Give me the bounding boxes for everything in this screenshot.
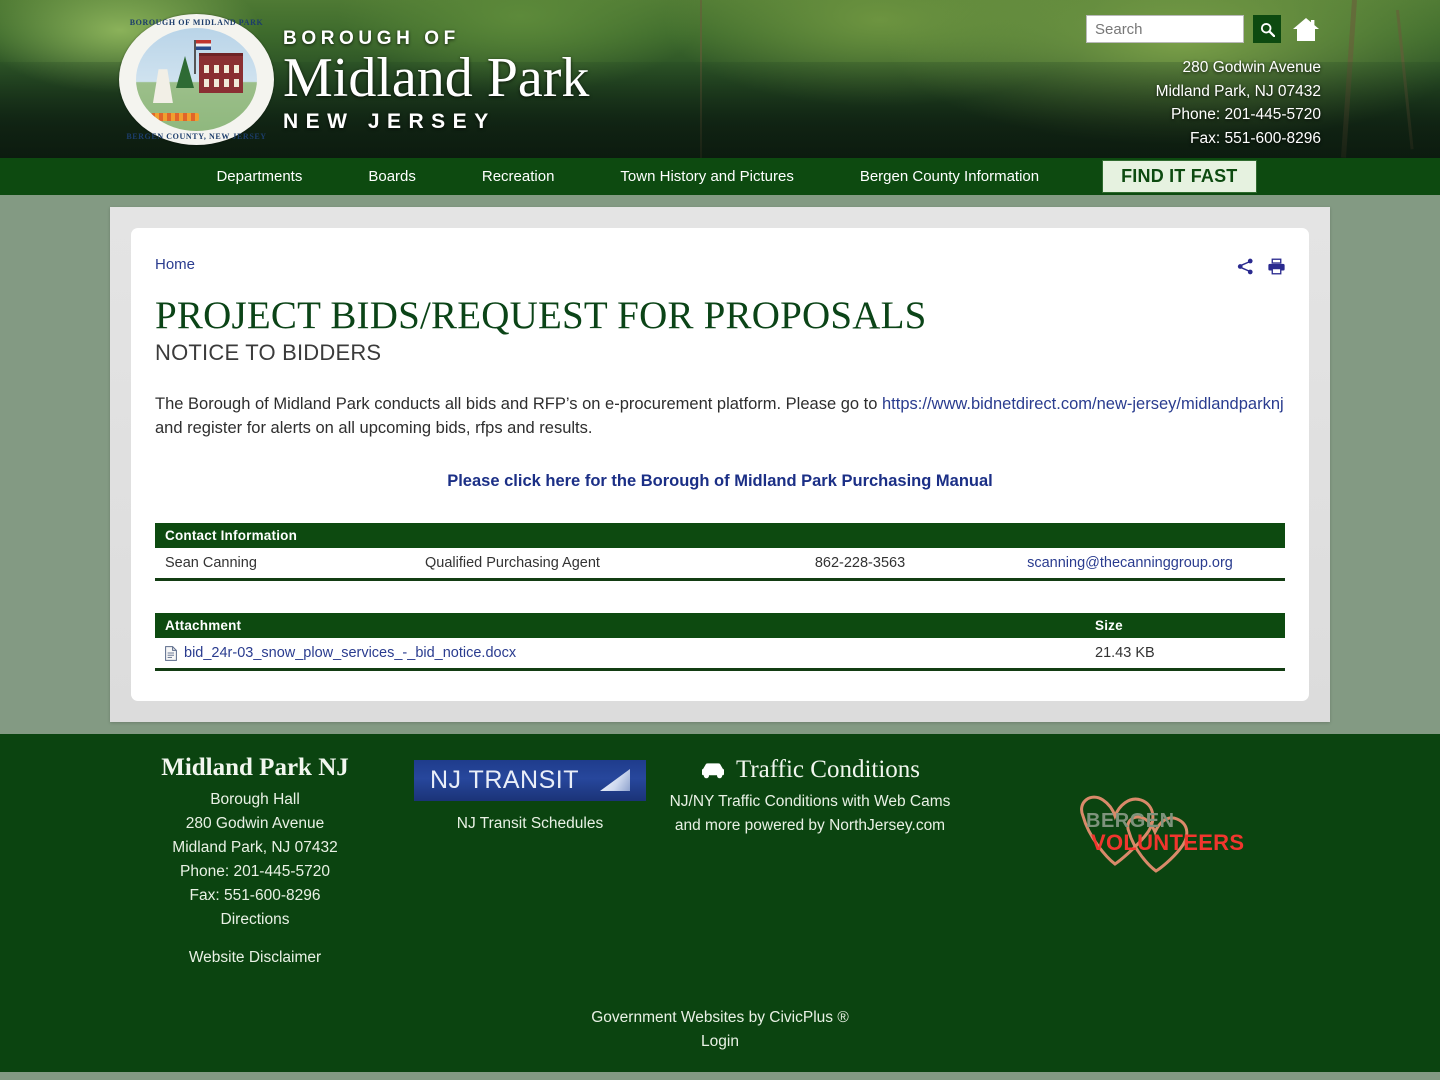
find-it-fast-button[interactable]: FIND IT FAST [1102,160,1257,193]
page-bottom-filler [0,1072,1440,1080]
nav-item-boards[interactable]: Boards [335,168,449,185]
borough-seal-logo[interactable]: BOROUGH OF MIDLAND PARK BERGEN COUNTY, N… [119,14,274,145]
wordmark-new-jersey: NEW JERSEY [283,110,496,133]
size-column-header: Size [1085,613,1285,638]
contact-table-header-row: Contact Information [155,523,1285,548]
nav-item-bergen-county-information[interactable]: Bergen County Information [827,168,1072,185]
search-input[interactable] [1086,15,1244,43]
header-contact-info: 280 Godwin Avenue Midland Park, NJ 07432… [1001,56,1321,150]
attachment-table: Attachment Size bid_24r-03_snow_plow_ser… [155,613,1285,671]
header-phone: Phone: 201-445-5720 [1171,106,1321,123]
content-shell: Home PROJECT BIDS/REQUEST FOR PROPOSALS … [110,207,1330,722]
footer-column-traffic: Traffic Conditions NJ/NY Traffic Conditi… [660,754,960,838]
share-icon[interactable] [1237,258,1254,275]
table-row: Sean Canning Qualified Purchasing Agent … [155,548,1285,581]
civicplus-credit: Government Websites by CivicPlus ® [591,1009,849,1026]
seal-bottom-text: BERGEN COUNTY, NEW JERSEY [126,132,267,141]
paragraph-text-after-link: and register for alerts on all upcoming … [155,419,593,437]
content-card: Home PROJECT BIDS/REQUEST FOR PROPOSALS … [131,228,1309,701]
bidnetdirect-link[interactable]: https://www.bidnetdirect.com/new-jersey/… [882,395,1284,413]
nav-list: Departments Boards Recreation Town Histo… [183,168,1072,185]
site-wordmark[interactable]: BOROUGH OF Midland Park NEW JERSEY [283,28,589,134]
bergen-volunteers-logo[interactable]: BERGEN VOLUNTEERS [1069,782,1244,874]
seal-top-text: BOROUGH OF MIDLAND PARK [129,18,264,27]
header-address-line1: 280 Godwin Avenue [1182,59,1321,76]
attachment-size-cell: 21.43 KB [1085,638,1285,671]
search-button[interactable] [1253,15,1281,43]
header-utility-area: 280 Godwin Avenue Midland Park, NJ 07432… [1001,14,1321,150]
search-row [1001,14,1321,44]
home-button[interactable] [1291,14,1321,44]
attachment-table-head: Attachment Size [155,613,1285,638]
document-icon [165,645,177,661]
nj-transit-schedules-link[interactable]: NJ Transit Schedules [400,815,660,833]
site-footer: Midland Park NJ Borough Hall 280 Godwin … [0,734,1440,1072]
print-icon[interactable] [1268,258,1285,275]
bergen-logo-line2: VOLUNTEERS [1091,830,1245,855]
footer-bottom: Government Websites by CivicPlus ® Login [110,1006,1330,1054]
contact-table-head: Contact Information [155,523,1285,548]
purchasing-manual-row: Please click here for the Borough of Mid… [155,472,1285,491]
contact-role-cell: Qualified Purchasing Agent [415,548,745,581]
traffic-conditions-link[interactable]: NJ/NY Traffic Conditions with Web Cams a… [660,790,960,838]
contact-phone-cell: 862-228-3563 [745,548,975,581]
site-header: BOROUGH OF MIDLAND PARK BERGEN COUNTY, N… [0,0,1440,158]
footer-directions-link[interactable]: Directions [221,908,290,932]
body-paragraph: The Borough of Midland Park conducts all… [155,392,1285,440]
contact-information-table: Contact Information Sean Canning Qualifi… [155,523,1285,581]
nj-transit-swoosh-icon [600,769,630,791]
footer-borough-hall: Borough Hall [210,791,300,808]
attachment-file-link[interactable]: bid_24r-03_snow_plow_services_-_bid_noti… [184,645,516,661]
search-icon [1260,22,1275,37]
contact-table-body: Sean Canning Qualified Purchasing Agent … [155,548,1285,581]
table-row: bid_24r-03_snow_plow_services_-_bid_noti… [155,638,1285,671]
car-icon [701,762,724,778]
page-tools [1237,256,1285,275]
attachment-column-header: Attachment [155,613,1085,638]
paragraph-text-before-link: The Borough of Midland Park conducts all… [155,395,882,413]
contact-email-cell: scanning@thecanninggroup.org [975,548,1285,581]
main-navigation: Departments Boards Recreation Town Histo… [0,158,1440,195]
footer-town-title: Midland Park NJ [161,754,349,781]
footer-website-disclaimer-link[interactable]: Website Disclaimer [189,946,321,970]
wordmark-midland-park: Midland Park [283,47,590,109]
footer-street: 280 Godwin Avenue [185,815,325,832]
header-fax: Fax: 551-600-8296 [1190,129,1321,147]
breadcrumb-home[interactable]: Home [155,256,195,273]
attachment-name-cell: bid_24r-03_snow_plow_services_-_bid_noti… [155,638,1085,671]
footer-column-address: Midland Park NJ Borough Hall 280 Godwin … [110,754,400,970]
footer-columns: Midland Park NJ Borough Hall 280 Godwin … [110,754,1330,970]
breadcrumb-row: Home [155,256,1285,275]
header-address-line2: Midland Park, NJ 07432 [1155,82,1321,100]
page-wrapper: Home PROJECT BIDS/REQUEST FOR PROPOSALS … [0,195,1440,734]
attachment-table-body: bid_24r-03_snow_plow_services_-_bid_noti… [155,638,1285,671]
home-icon [1293,17,1319,41]
login-link[interactable]: Login [110,1030,1330,1054]
attachment-table-header-row: Attachment Size [155,613,1285,638]
traffic-conditions-title: Traffic Conditions [735,756,921,783]
footer-column-bergen-volunteers: BERGEN VOLUNTEERS [960,754,1330,874]
page-title: PROJECT BIDS/REQUEST FOR PROPOSALS [155,294,927,337]
nj-transit-logo-text: NJ TRANSIT [430,766,579,794]
purchasing-manual-link[interactable]: Please click here for the Borough of Mid… [447,472,993,490]
nav-item-departments[interactable]: Departments [183,168,335,185]
traffic-heading: Traffic Conditions [660,756,960,784]
footer-column-nj-transit: NJ TRANSIT NJ Transit Schedules [400,754,660,833]
nav-item-town-history-and-pictures[interactable]: Town History and Pictures [587,168,826,185]
footer-fax: Fax: 551-600-8296 [189,887,321,904]
page-subtitle: NOTICE TO BIDDERS [155,340,382,365]
contact-name-cell: Sean Canning [155,548,415,581]
nav-item-recreation[interactable]: Recreation [449,168,588,185]
footer-phone: Phone: 201-445-5720 [180,863,330,880]
contact-table-header-label: Contact Information [155,523,1285,548]
contact-email-link[interactable]: scanning@thecanninggroup.org [1027,555,1233,571]
footer-city-state-zip: Midland Park, NJ 07432 [172,839,338,856]
nj-transit-logo[interactable]: NJ TRANSIT [414,760,646,801]
